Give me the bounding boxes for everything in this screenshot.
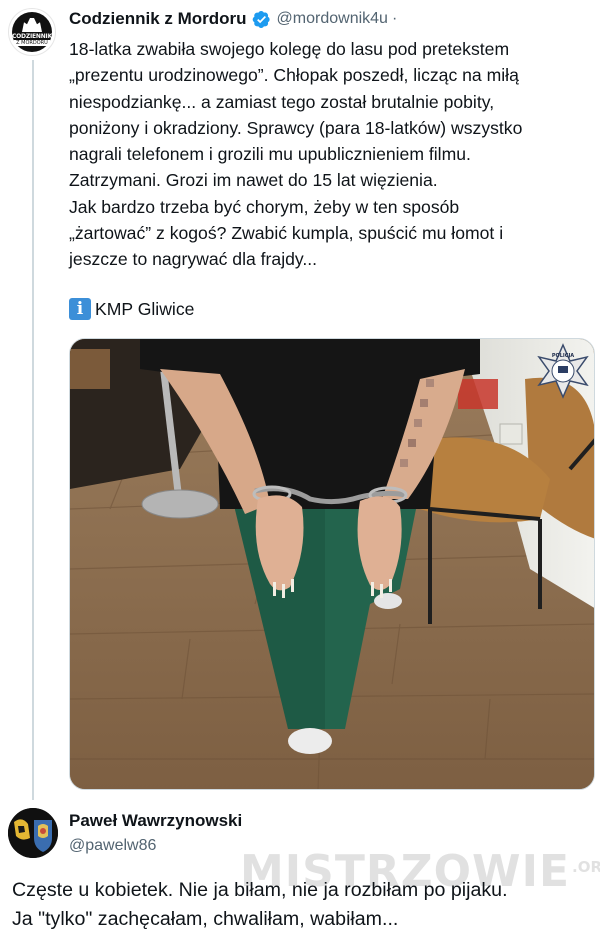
reply-author-avatar[interactable] xyxy=(8,808,58,858)
tweet-body: 18-latka zwabiła swojego kolegę do lasu … xyxy=(69,36,594,273)
source-label: KMP Gliwice xyxy=(95,298,195,319)
tweet-text-line: poniżony i okradziony. Sprawcy (para 18-… xyxy=(69,117,523,138)
information-icon: i xyxy=(69,298,91,320)
avatar-text-line1: CODZIENNIK xyxy=(11,33,53,40)
badge-label: POLICJA xyxy=(552,353,574,359)
author-handle[interactable]: @mordownik4u xyxy=(277,10,388,28)
reply-body: Częste u kobietek. Nie ja biłam, nie ja … xyxy=(12,876,596,934)
tweet-header: Codziennik z Mordoru @mordownik4u · xyxy=(69,8,397,30)
tweet-text-line: „prezentu urodzinowego”. Chłopak poszedł… xyxy=(69,65,519,86)
reply-text-line: Ja "tylko" zachęcałam, chwaliłam, wabiła… xyxy=(12,908,399,930)
tweet-text-line: Jak bardzo trzeba być chorym, żeby w ten… xyxy=(69,196,460,217)
tweet-text-line: jeszcze to nagrywać dla frajdy... xyxy=(69,249,318,270)
author-avatar[interactable]: CODZIENNIK Z MORDORU xyxy=(8,8,56,56)
author-name[interactable]: Codziennik z Mordoru xyxy=(69,9,247,29)
thread-connector-line xyxy=(32,60,34,800)
avatar-text-line2: Z MORDORU xyxy=(14,40,50,46)
reply-author-name[interactable]: Paweł Wawrzynowski xyxy=(69,811,242,831)
tweet-photo[interactable]: POLICJA xyxy=(69,338,595,790)
tweet-text-line: niespodziankę... a zamiast tego został b… xyxy=(69,91,495,112)
tweet-text-line: „żartować” z kogoś? Zwabić kumpla, spuśc… xyxy=(69,223,504,244)
tweet-text-line: nagrali telefonem i grozili mu upubliczn… xyxy=(69,144,471,165)
coat-of-arms-icon xyxy=(8,808,58,858)
tower-icon xyxy=(22,18,42,32)
header-separator: · xyxy=(391,10,398,27)
avatar-logo: CODZIENNIK Z MORDORU xyxy=(12,12,52,52)
tweet-text-line: Zatrzymani. Grozi im nawet do 15 lat wię… xyxy=(69,170,438,191)
tweet-text-line: 18-latka zwabiła swojego kolegę do lasu … xyxy=(69,39,510,59)
photo-illustration: POLICJA xyxy=(70,339,594,789)
reply-author-handle[interactable]: @pawelw86 xyxy=(69,837,156,855)
verified-badge-icon xyxy=(252,10,270,28)
source-attribution: i KMP Gliwice xyxy=(69,296,194,322)
watermark-suffix: .ORG xyxy=(572,858,600,876)
reply-text-line: Częste u kobietek. Nie ja biłam, nie ja … xyxy=(12,879,508,901)
